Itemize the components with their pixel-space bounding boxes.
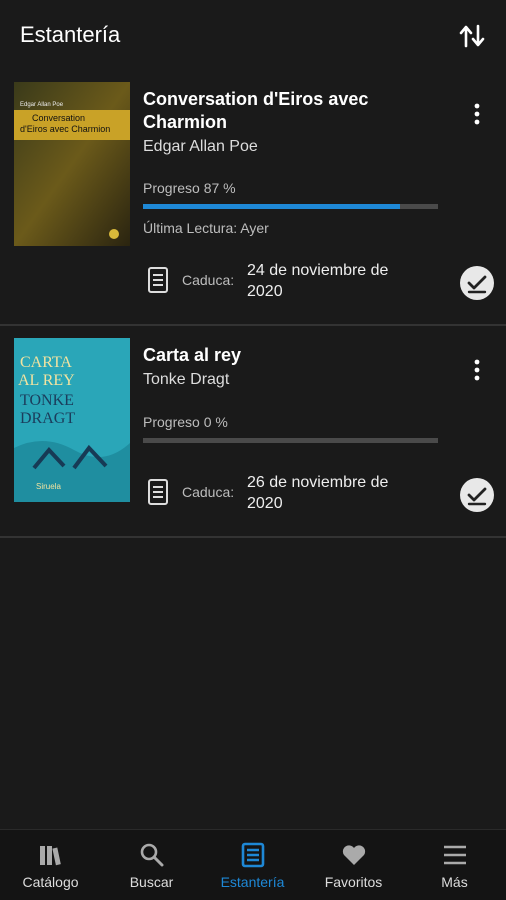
book-cover[interactable]: CARTA AL REY TONKE DRAGT Siruela — [14, 338, 130, 502]
expires-label: Caduca: — [182, 484, 235, 500]
nav-label: Favoritos — [324, 874, 383, 890]
document-icon — [146, 478, 170, 506]
page-title: Estantería — [20, 22, 121, 47]
nav-catalog[interactable]: Catálogo — [0, 830, 101, 900]
nav-label: Estantería — [220, 874, 285, 890]
cover-author: Edgar Allan Poe — [20, 102, 64, 108]
cover-author-line2: DRAGT — [20, 410, 76, 427]
return-check-icon[interactable] — [460, 478, 494, 512]
expires-date: 24 de noviembre de 2020 — [247, 262, 389, 300]
search-icon — [139, 842, 165, 868]
expires-date: 26 de noviembre de 2020 — [247, 474, 389, 512]
nav-more[interactable]: Más — [404, 830, 505, 900]
book-author: Edgar Allan Poe — [143, 138, 258, 155]
cover-author-line1: TONKE — [20, 392, 74, 409]
return-check-icon[interactable] — [460, 266, 494, 300]
nav-label: Catálogo — [22, 874, 79, 890]
nav-label: Buscar — [129, 874, 174, 890]
document-icon — [146, 266, 170, 294]
bookshelf-icon — [240, 842, 266, 868]
book-title[interactable]: Conversation d'Eiros avec Charmion — [143, 88, 443, 134]
book-title[interactable]: Carta al rey — [143, 344, 443, 367]
book-card[interactable]: CARTA AL REY TONKE DRAGT Siruela Carta a… — [0, 326, 506, 538]
book-cover[interactable]: Edgar Allan Poe Conversation d'Eiros ave… — [14, 82, 130, 246]
more-vert-icon[interactable] — [468, 356, 486, 384]
heart-icon — [341, 842, 367, 868]
bottom-navigation: Catálogo Buscar Estantería Favoritos Más — [0, 829, 506, 900]
expires-label: Caduca: — [182, 272, 235, 288]
progress-fill — [143, 204, 400, 209]
cover-title-line1: CARTA — [20, 354, 72, 371]
menu-icon — [442, 842, 468, 868]
more-vert-icon[interactable] — [468, 100, 486, 128]
library-icon — [38, 842, 64, 868]
cover-publisher: Siruela — [36, 482, 61, 491]
cover-title-line2: AL REY — [18, 372, 75, 389]
nav-search[interactable]: Buscar — [101, 830, 202, 900]
app-bar: Estantería — [0, 0, 506, 72]
progress-bar — [143, 438, 438, 443]
cover-title-line2: d'Eiros avec Charmion — [20, 124, 111, 134]
book-card[interactable]: Edgar Allan Poe Conversation d'Eiros ave… — [0, 72, 506, 326]
last-read-text: Última Lectura: Ayer — [143, 220, 269, 236]
progress-label: Progreso 87 % — [143, 180, 236, 196]
nav-favorites[interactable]: Favoritos — [303, 830, 404, 900]
book-author: Tonke Dragt — [143, 371, 230, 388]
nav-label: Más — [441, 874, 468, 890]
sort-icon[interactable] — [456, 20, 488, 52]
cover-title-line1: Conversation — [32, 113, 86, 123]
progress-bar — [143, 204, 438, 209]
nav-bookshelf[interactable]: Estantería — [202, 830, 303, 900]
progress-label: Progreso 0 % — [143, 414, 228, 430]
